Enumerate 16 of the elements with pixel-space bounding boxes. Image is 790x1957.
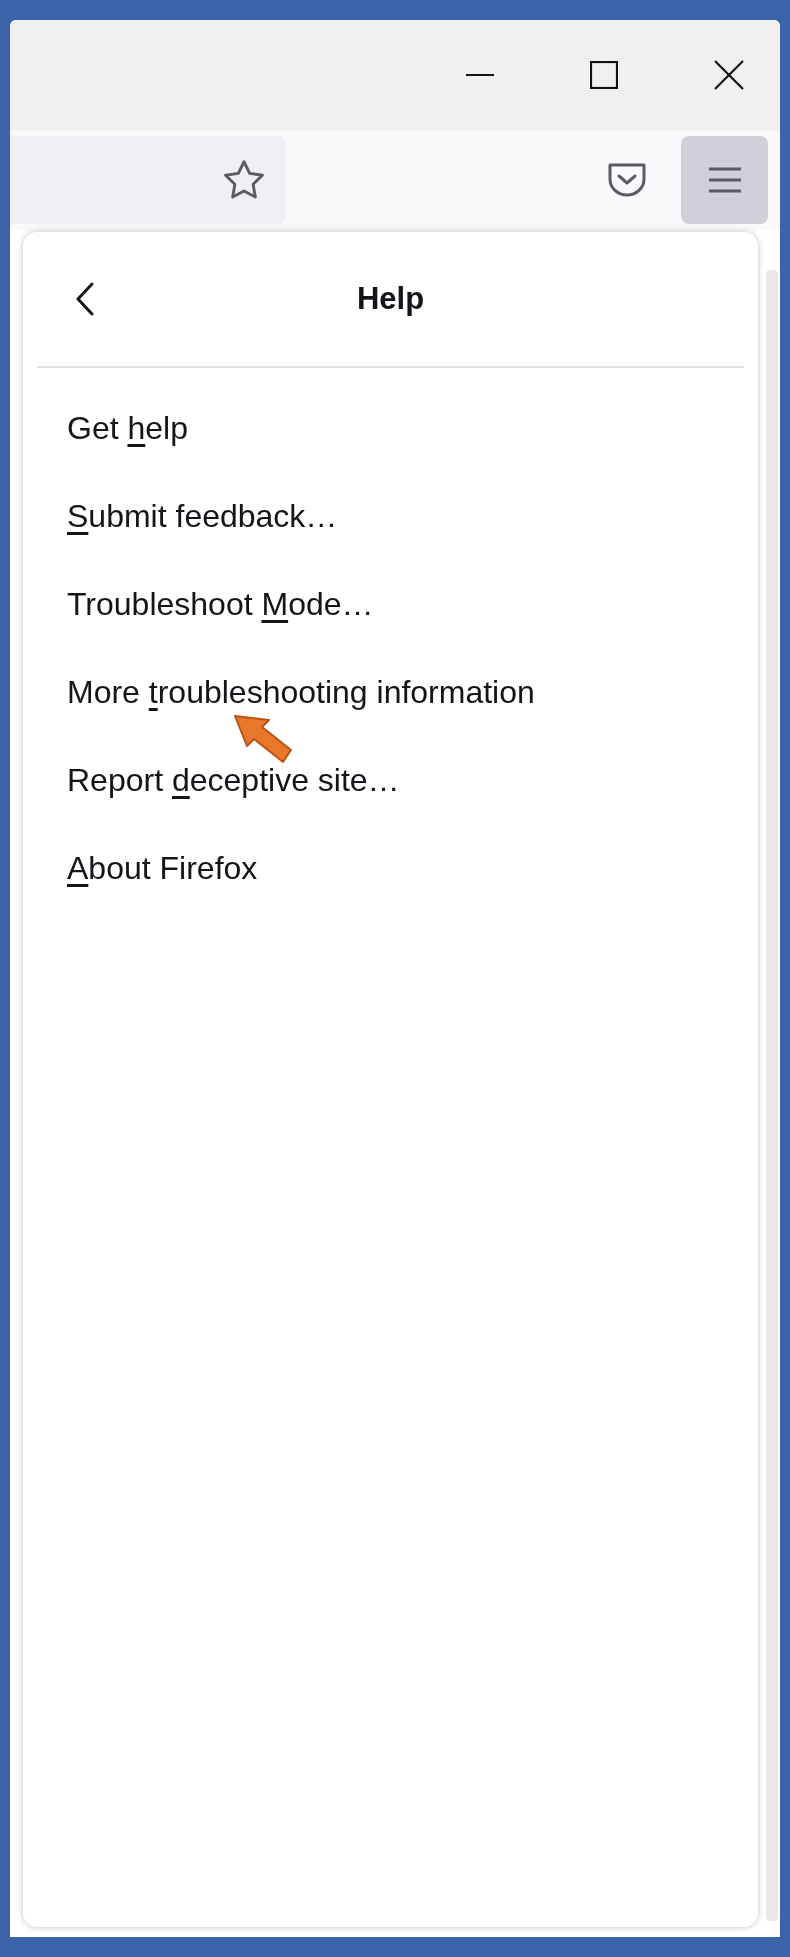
pointer-arrow (233, 714, 295, 766)
pocket-icon[interactable] (607, 162, 647, 198)
menu-button[interactable] (681, 136, 768, 224)
panel-title: Help (356, 279, 425, 318)
close-icon[interactable] (714, 60, 744, 90)
menu-item[interactable]: Submit feedback… (67, 492, 338, 540)
menu-item[interactable]: About Firefox (67, 844, 258, 892)
maximize-icon[interactable] (590, 61, 618, 89)
menu-item[interactable]: Report deceptive site… (67, 756, 400, 804)
menu-item[interactable]: Get help (67, 404, 188, 452)
menu-item[interactable]: More troubleshooting information (67, 668, 535, 716)
star-icon[interactable] (222, 159, 266, 201)
menu-icon (707, 167, 742, 193)
menu-item[interactable]: Troubleshoot Mode… (67, 580, 374, 628)
back-icon[interactable] (75, 282, 95, 316)
minimize-icon[interactable] (466, 73, 494, 77)
